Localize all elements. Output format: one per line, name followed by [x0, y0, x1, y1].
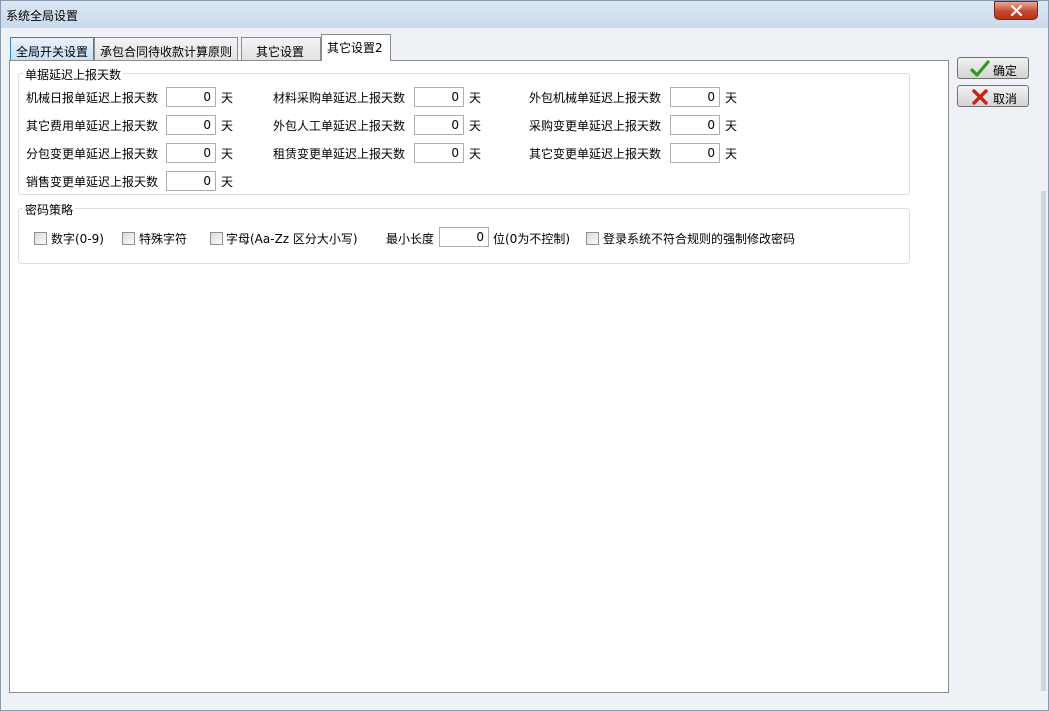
settings-window: 系统全局设置 全局开关设置 承包合同待收款计算原则 其它设置 其它设置2 单据延…: [0, 0, 1049, 711]
other-change-label: 其它变更单延迟上报天数: [529, 147, 662, 161]
force-change-label: 登录系统不符合规则的强制修改密码: [603, 232, 796, 246]
outsourced-machine-input[interactable]: 0: [670, 87, 720, 107]
letters-checkbox[interactable]: [210, 232, 223, 245]
delay-group-title: 单据延迟上报天数: [23, 66, 124, 83]
special-chars-checkbox[interactable]: [122, 232, 135, 245]
subcontract-change-label: 分包变更单延迟上报天数: [26, 147, 159, 161]
tab-other-settings[interactable]: 其它设置: [241, 37, 321, 61]
unit-label: 天: [469, 119, 482, 133]
min-length-label: 最小长度: [386, 232, 435, 246]
tab-other-settings-2[interactable]: 其它设置2: [321, 34, 391, 61]
unit-label: 天: [469, 147, 482, 161]
special-chars-label: 特殊字符: [139, 232, 188, 246]
machine-daily-label: 机械日报单延迟上报天数: [26, 91, 159, 105]
tab-panel: 单据延迟上报天数 机械日报单延迟上报天数 0 天 材料采购单延迟上报天数 0 天…: [9, 60, 949, 693]
unit-label: 天: [221, 175, 234, 189]
material-purchase-input[interactable]: 0: [414, 87, 464, 107]
checkmark-icon: [970, 60, 990, 77]
ok-button[interactable]: 确定: [957, 57, 1029, 79]
tab-label: 全局开关设置: [16, 45, 89, 59]
material-purchase-label: 材料采购单延迟上报天数: [273, 91, 406, 105]
lease-change-input[interactable]: 0: [414, 143, 464, 163]
unit-label: 天: [221, 147, 234, 161]
subcontract-change-input[interactable]: 0: [166, 143, 216, 163]
unit-label: 天: [221, 119, 234, 133]
cancel-button[interactable]: 取消: [957, 85, 1029, 107]
outsourced-labor-label: 外包人工单延迟上报天数: [273, 119, 406, 133]
digits-label: 数字(0-9): [51, 232, 104, 246]
tab-global-switch[interactable]: 全局开关设置: [10, 37, 94, 61]
unit-label: 天: [725, 147, 738, 161]
letters-label: 字母(Aa-Zz 区分大小写): [226, 232, 358, 246]
outsourced-machine-label: 外包机械单延迟上报天数: [529, 91, 662, 105]
window-title: 系统全局设置: [6, 9, 79, 23]
ok-label: 确定: [993, 64, 1018, 78]
other-expense-input[interactable]: 0: [166, 115, 216, 135]
lease-change-label: 租赁变更单延迟上报天数: [273, 147, 406, 161]
tab-label: 其它设置: [256, 45, 305, 59]
close-button[interactable]: [994, 1, 1038, 20]
tab-label: 其它设置2: [327, 41, 383, 55]
close-icon: [1010, 5, 1023, 16]
unit-label: 天: [725, 91, 738, 105]
tab-contract-receivable[interactable]: 承包合同待收款计算原则: [94, 37, 238, 61]
purchase-change-input[interactable]: 0: [670, 115, 720, 135]
force-change-checkbox[interactable]: [586, 232, 599, 245]
unit-label: 天: [469, 91, 482, 105]
password-group-title: 密码策略: [23, 201, 76, 218]
sales-change-input[interactable]: 0: [166, 171, 216, 191]
unit-label: 天: [725, 119, 738, 133]
cancel-label: 取消: [993, 92, 1018, 106]
tab-label: 承包合同待收款计算原则: [100, 45, 233, 59]
cross-icon: [972, 89, 988, 105]
window-edge: [1041, 191, 1046, 691]
machine-daily-input[interactable]: 0: [166, 87, 216, 107]
purchase-change-label: 采购变更单延迟上报天数: [529, 119, 662, 133]
sales-change-label: 销售变更单延迟上报天数: [26, 175, 159, 189]
title-bar[interactable]: 系统全局设置: [1, 1, 1048, 28]
other-change-input[interactable]: 0: [670, 143, 720, 163]
other-expense-label: 其它费用单延迟上报天数: [26, 119, 159, 133]
min-length-input[interactable]: 0: [439, 227, 489, 247]
outsourced-labor-input[interactable]: 0: [414, 115, 464, 135]
unit-label: 天: [221, 91, 234, 105]
digits-checkbox[interactable]: [34, 232, 47, 245]
min-length-suffix: 位(0为不控制): [493, 232, 570, 246]
